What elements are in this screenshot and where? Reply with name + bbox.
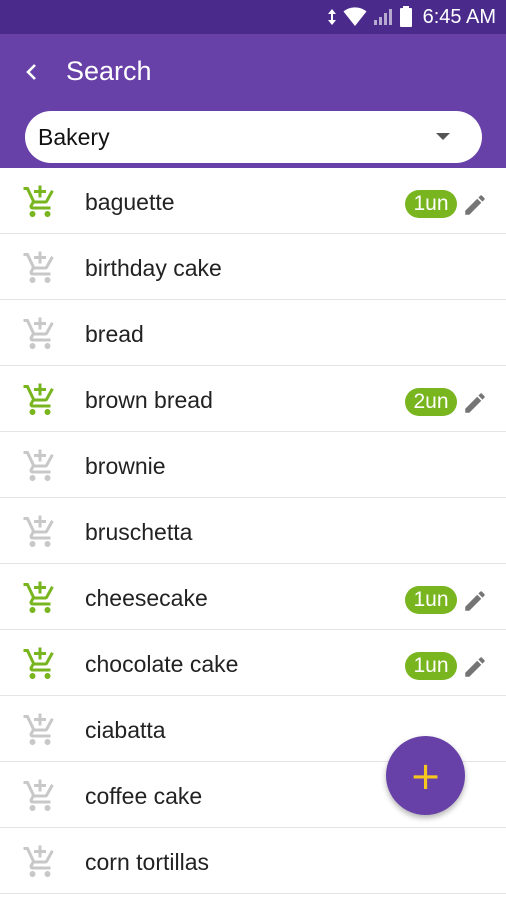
item-name: cheesecake — [85, 585, 208, 611]
pencil-icon[interactable] — [462, 192, 488, 218]
pencil-icon[interactable] — [462, 390, 488, 416]
back-button[interactable] — [14, 54, 50, 90]
add-to-cart-icon[interactable] — [22, 316, 58, 352]
add-to-cart-icon[interactable] — [22, 184, 58, 220]
item-name: coffee cake — [85, 783, 203, 809]
add-item-fab[interactable]: + — [386, 736, 465, 815]
battery-icon — [399, 6, 412, 27]
list-item[interactable]: cheesecake 1un — [0, 564, 506, 630]
app-bar: Search Bakery — [0, 34, 506, 168]
add-to-cart-icon[interactable] — [22, 514, 58, 550]
category-dropdown-value: Bakery — [38, 124, 110, 150]
item-name: chocolate cake — [85, 651, 239, 677]
add-to-cart-icon[interactable] — [22, 712, 58, 748]
add-to-cart-icon[interactable] — [22, 646, 58, 682]
page-title: Search — [66, 56, 152, 86]
item-name: brownie — [85, 453, 166, 479]
list-item[interactable]: corn tortillas — [0, 828, 506, 894]
item-name: baguette — [85, 189, 175, 215]
quantity-badge: 1un — [405, 586, 457, 614]
pencil-icon[interactable] — [462, 654, 488, 680]
add-to-cart-icon[interactable] — [22, 844, 58, 880]
add-to-cart-icon[interactable] — [22, 448, 58, 484]
add-to-cart-icon[interactable] — [22, 382, 58, 418]
list-item[interactable]: bread — [0, 300, 506, 366]
item-name: bruschetta — [85, 519, 193, 545]
list-item[interactable]: birthday cake — [0, 234, 506, 300]
status-icons: 6:45 AM — [327, 5, 496, 29]
data-arrows-icon — [327, 9, 336, 25]
add-to-cart-icon[interactable] — [22, 250, 58, 286]
signal-icon — [373, 9, 392, 25]
add-to-cart-icon[interactable] — [22, 778, 58, 814]
list-item[interactable]: bruschetta — [0, 498, 506, 564]
status-bar: 6:45 AM — [0, 0, 506, 34]
plus-icon: + — [409, 753, 442, 798]
wifi-icon — [343, 7, 367, 26]
item-name: bread — [85, 321, 144, 347]
item-name: birthday cake — [85, 255, 222, 281]
item-name: brown bread — [85, 387, 213, 413]
list-item[interactable]: brownie — [0, 432, 506, 498]
list-item[interactable]: baguette 1un — [0, 168, 506, 234]
status-time: 6:45 AM — [422, 5, 496, 28]
quantity-badge: 1un — [405, 652, 457, 680]
list-item[interactable]: chocolate cake 1un — [0, 630, 506, 696]
add-to-cart-icon[interactable] — [22, 580, 58, 616]
dropdown-arrow-icon — [436, 133, 450, 140]
chevron-left-icon — [26, 64, 36, 80]
quantity-badge: 2un — [405, 388, 457, 416]
item-name: corn tortillas — [85, 849, 209, 875]
category-dropdown[interactable]: Bakery — [25, 111, 482, 163]
list-item[interactable]: brown bread 2un — [0, 366, 506, 432]
item-name: ciabatta — [85, 717, 166, 743]
quantity-badge: 1un — [405, 190, 457, 218]
pencil-icon[interactable] — [462, 588, 488, 614]
